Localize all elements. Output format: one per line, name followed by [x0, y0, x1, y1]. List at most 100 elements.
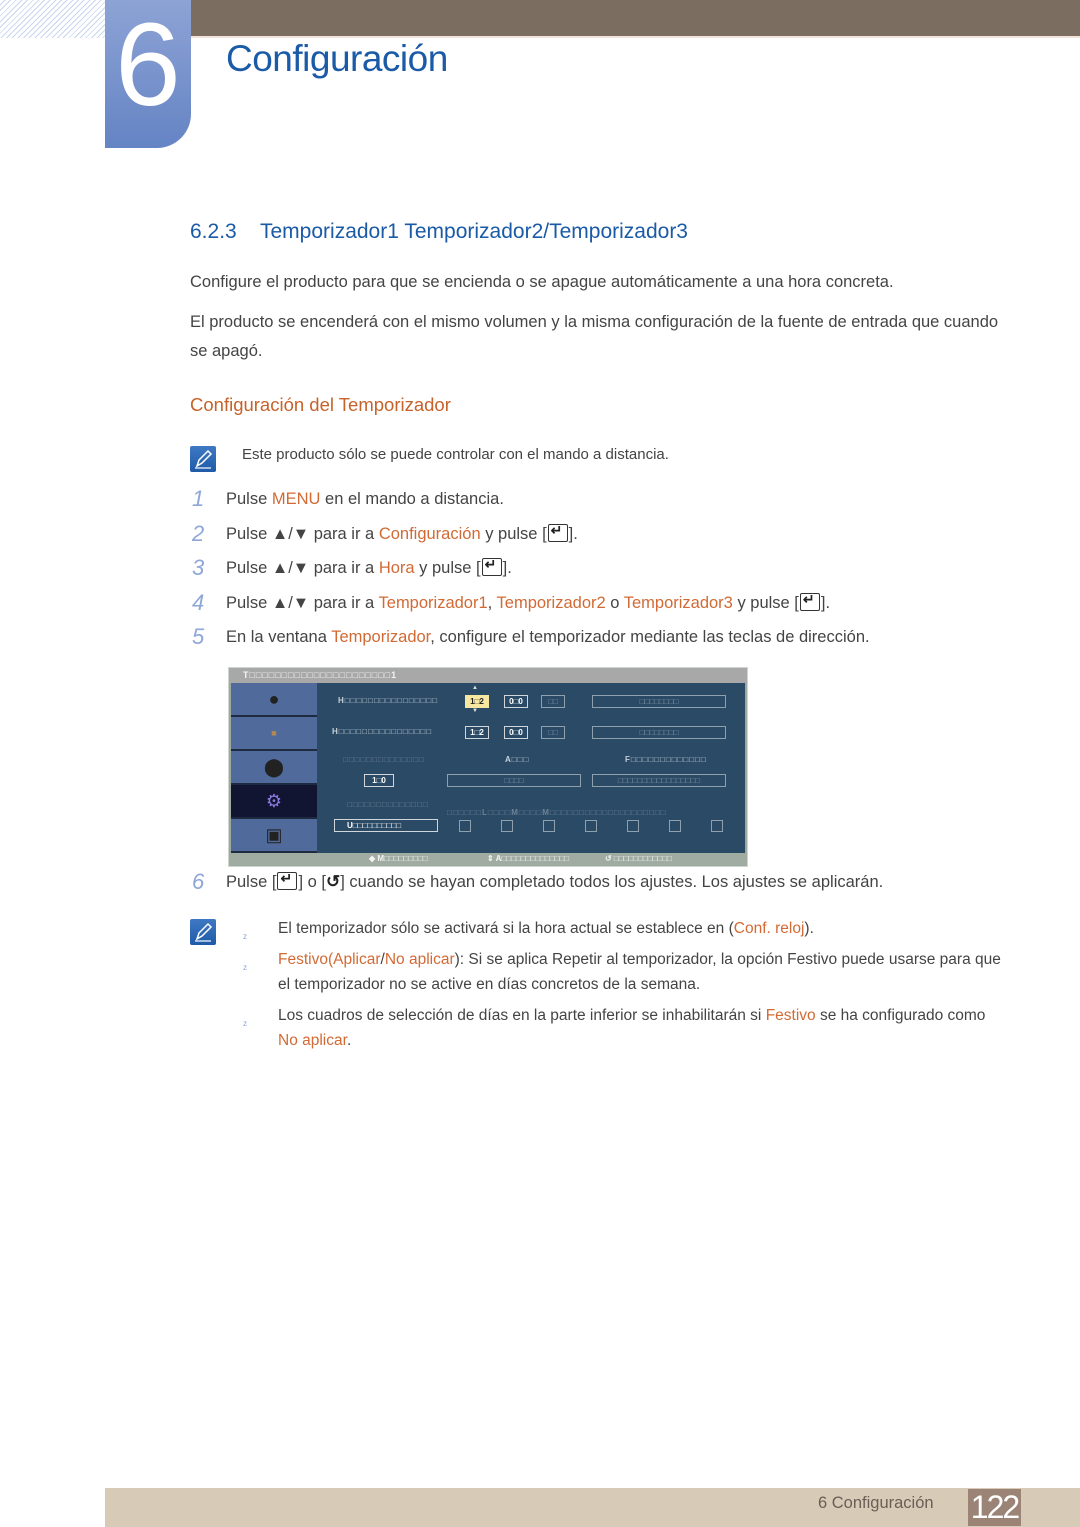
header-bar: [190, 0, 1080, 38]
day-checkbox-5[interactable]: [627, 820, 639, 832]
menu-link-hora: Hora: [378, 559, 415, 577]
step-text: Pulse ▲/▼ para ir a: [226, 525, 379, 543]
festivo-label: Festivo: [278, 951, 328, 968]
return-key-icon: ↺: [325, 872, 341, 891]
day-checkbox-7[interactable]: [711, 820, 723, 832]
off-ampm-field[interactable]: □□: [541, 726, 565, 739]
enter-key-icon: [799, 591, 820, 611]
section-title: Temporizador1 Temporizador2/Temporizador…: [260, 220, 688, 243]
bullet-icon: z: [243, 932, 247, 941]
on-hour-field[interactable]: 1□2: [465, 695, 489, 708]
festivo-label: Festivo: [765, 1007, 816, 1024]
days-of-week-label: □□□□□□L□□□□M□□□□M□□□□□□□□□□□□□□□□□□□□: [447, 808, 667, 817]
day-checkbox-1[interactable]: [459, 820, 471, 832]
footer-bar: [105, 1488, 1080, 1527]
source-field[interactable]: □□□□: [447, 774, 581, 787]
step-2: 2 Pulse ▲/▼ para ir a Configuración y pul…: [192, 521, 578, 547]
step-6: 6 Pulse [] o [↺] cuando se hayan completa…: [192, 869, 883, 895]
source-label: A□□□: [505, 755, 530, 764]
note-pencil-icon: [190, 919, 216, 945]
menu-link-configuracion: Configuración: [378, 525, 481, 543]
step-number: 5: [192, 624, 205, 649]
day-checkbox-4[interactable]: [585, 820, 597, 832]
page-number: 122: [968, 1489, 1021, 1526]
note-text: El temporizador sólo se activará si la h…: [278, 920, 734, 937]
chapter-number: 6: [115, 0, 181, 131]
off-timer-toggle[interactable]: □□□□□□□□: [592, 726, 726, 739]
header-stripe-pattern: [0, 0, 105, 38]
intro-paragraph-1: Configure el producto para que se encien…: [190, 273, 894, 291]
menu-key-label: MENU: [271, 490, 321, 508]
step-text: ] o [: [298, 873, 326, 891]
repeat-field[interactable]: U□□□□□□□□□□: [334, 819, 438, 832]
bullet-icon: z: [243, 1019, 247, 1028]
step-5: 5 En la ventana Temporizador, configure e…: [192, 624, 870, 650]
conf-reloj-link: Conf. reloj: [733, 920, 805, 937]
holiday-label: F□□□□□□□□□□□□□: [625, 755, 707, 764]
chapter-badge: 6: [105, 0, 191, 148]
osd-title: T□□□□□□□□□□□□□□□□□□□□□□1: [229, 668, 747, 683]
osd-footer-hints: ◆ M□□□□□□□□□ ⇕ A□□□□□□□□□□□□□□ ↺ □□□□□□□…: [229, 853, 747, 865]
aplicar-label: Aplicar: [333, 951, 381, 968]
off-minute-field[interactable]: 0□0: [504, 726, 528, 739]
on-time-label: H□□□□□□□□□□□□□□□□: [338, 696, 439, 705]
off-hour-field[interactable]: 1□2: [465, 726, 489, 739]
no-aplicar-label: No aplicar: [278, 1032, 347, 1049]
return-hint: ↺ □□□□□□□□□□□□: [605, 854, 672, 863]
input-icon: ▣: [231, 819, 317, 853]
step-1: 1 Pulse MENU en el mando a distancia.: [192, 486, 504, 512]
menu-link-temporizador3: Temporizador3: [623, 594, 733, 612]
up-arrow-icon: ▲: [472, 685, 478, 691]
on-timer-toggle[interactable]: □□□□□□□□: [592, 695, 726, 708]
enter-key-icon: [481, 556, 502, 576]
step-text: Pulse: [226, 490, 272, 508]
no-aplicar-label: No aplicar: [384, 951, 455, 968]
timer-osd-screenshot: T□□□□□□□□□□□□□□□□□□□□□□1 ● ▪ ⬤ ⚙ ▣ H□□□□…: [228, 667, 748, 867]
subheading: Configuración del Temporizador: [190, 394, 451, 415]
note-item-3: z Los cuadros de selección de días en la…: [243, 1003, 1003, 1053]
step-text: en el mando a distancia.: [320, 490, 504, 508]
step-3: 3 Pulse ▲/▼ para ir a Hora y pulse [].: [192, 555, 512, 581]
step-number: 3: [192, 555, 205, 580]
on-minute-field[interactable]: 0□0: [504, 695, 528, 708]
osd-main-panel: H□□□□□□□□□□□□□□□□ ▲ 1□2 ▼ 0□0 □□ □□□□□□□…: [317, 683, 745, 853]
down-arrow-icon: ▼: [472, 708, 478, 714]
day-checkbox-6[interactable]: [669, 820, 681, 832]
step-number: 2: [192, 521, 205, 546]
sound-icon: ▪: [231, 717, 317, 751]
footer-chapter-label: 6 Configuración: [818, 1494, 934, 1512]
note-text: Este producto sólo se puede controlar co…: [242, 446, 669, 463]
speaker-icon: ⬤: [231, 751, 317, 785]
picture-icon: ●: [231, 683, 317, 717]
note-text: ).: [804, 920, 814, 937]
step-text: ].: [502, 559, 512, 577]
menu-link-temporizador1: Temporizador1: [378, 594, 488, 612]
step-text: ].: [568, 525, 578, 543]
on-ampm-field[interactable]: □□: [541, 695, 565, 708]
note-text: Los cuadros de selección de días en la p…: [278, 1007, 766, 1024]
step-text: ] cuando se hayan completado todos los a…: [340, 873, 884, 891]
volume-label: □□□□□□□□□□□□□□: [343, 755, 425, 764]
step-4: 4 Pulse ▲/▼ para ir a Temporizador1, Temp…: [192, 590, 830, 616]
step-text: Pulse ▲/▼ para ir a: [226, 559, 379, 577]
section-number: 6.2.3: [190, 220, 237, 243]
step-text: ].: [820, 594, 831, 612]
step-text: En la ventana: [226, 628, 332, 646]
step-text: ,: [487, 594, 497, 612]
note-text: se ha configurado como: [815, 1007, 986, 1024]
section-heading: 6.2.3 Temporizador1 Temporizador2/Tempori…: [190, 220, 688, 244]
note-pencil-icon: [190, 446, 216, 472]
step-text: Pulse ▲/▼ para ir a: [226, 594, 379, 612]
volume-field[interactable]: 1□0: [364, 774, 394, 787]
intro-paragraph-2: El producto se encenderá con el mismo vo…: [190, 313, 999, 360]
day-checkbox-2[interactable]: [501, 820, 513, 832]
menu-link-temporizador2: Temporizador2: [496, 594, 606, 612]
step-number: 4: [192, 590, 205, 615]
bullet-icon: z: [243, 963, 247, 972]
adjust-hint: ⇕ A□□□□□□□□□□□□□□: [487, 854, 570, 863]
step-text: y pulse [: [480, 525, 547, 543]
holiday-field[interactable]: □□□□□□□□□□□□□□□□□: [592, 774, 726, 787]
chapter-title: Configuración: [226, 38, 448, 79]
step-text: o: [605, 594, 624, 612]
day-checkbox-3[interactable]: [543, 820, 555, 832]
